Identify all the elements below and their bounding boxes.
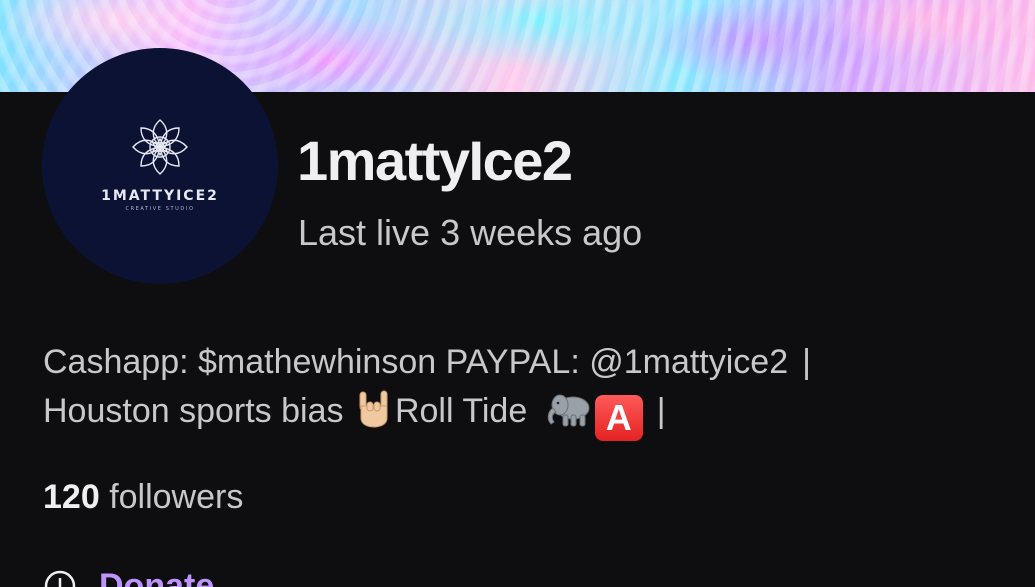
profile-page: 1MATTYICE2 CREATIVE STUDIO 1mattyIce2 La… xyxy=(0,0,1035,587)
followers-count: 120 followers xyxy=(43,478,243,517)
bio-team-text: Roll Tide xyxy=(394,392,528,430)
avatar-subtitle: CREATIVE STUDIO xyxy=(125,206,195,212)
followers-number: 120 xyxy=(43,478,100,516)
avatar[interactable]: 1MATTYICE2 CREATIVE STUDIO xyxy=(42,48,278,284)
donate-label: Donate xyxy=(99,566,215,587)
avatar-title: 1MATTYICE2 xyxy=(101,188,219,204)
bio-separator: | xyxy=(802,343,811,381)
bio-payment-text: Cashapp: $mathewhinson PAYPAL: @1mattyic… xyxy=(43,343,789,381)
bio-line-2: Houston sports bias Roll Tide A | xyxy=(43,387,1013,441)
elephant-icon xyxy=(547,394,590,427)
letter-a-badge-icon: A xyxy=(594,395,643,441)
channel-name: 1mattyIce2 xyxy=(297,129,573,192)
donate-button[interactable]: Donate xyxy=(43,566,214,587)
channel-bio: Cashapp: $mathewhinson PAYPAL: @1mattyic… xyxy=(43,338,1013,441)
rock-on-hand-icon xyxy=(359,390,388,428)
donate-icon xyxy=(44,570,76,587)
bio-separator-2: | xyxy=(656,392,666,430)
bio-line-1: Cashapp: $mathewhinson PAYPAL: @1mattyic… xyxy=(43,338,1013,387)
last-live-status: Last live 3 weeks ago xyxy=(298,212,643,253)
bio-sports-text: Houston sports bias xyxy=(43,392,344,430)
followers-label: followers xyxy=(109,478,244,516)
mandala-logo-icon xyxy=(132,119,188,175)
